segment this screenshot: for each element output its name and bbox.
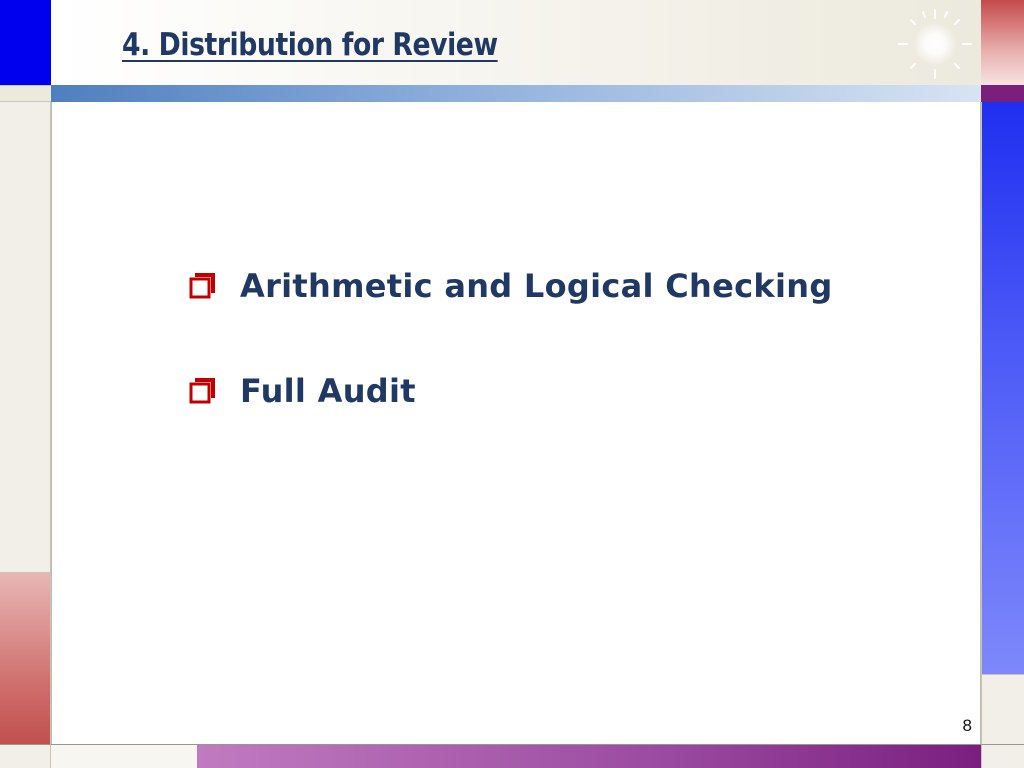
bullet-text: Arithmetic and Logical Checking (240, 267, 833, 305)
top-left-blue-block (0, 0, 51, 85)
title-bar-right-cap (981, 85, 1024, 102)
content-frame-left-border (51, 102, 52, 744)
checkbox-bullet-icon (189, 273, 215, 299)
top-right-red-block (981, 0, 1024, 85)
bottom-purple-bar (197, 744, 981, 768)
title-underline-bar (51, 85, 981, 102)
bullet-item: Arithmetic and Logical Checking (188, 262, 833, 310)
bullet-text: Full Audit (240, 372, 416, 410)
bottom-left-block (0, 744, 51, 768)
left-column-red-block (0, 572, 51, 744)
sparkle-icon (898, 9, 972, 79)
checkbox-bullet-icon (189, 378, 215, 404)
page-number: 8 (962, 716, 972, 735)
slide-title: 4. Distribution for Review (122, 27, 498, 63)
left-column-panel (0, 102, 51, 572)
bottom-light-strip (51, 744, 197, 768)
title-bar-left-cap (0, 85, 51, 102)
bottom-right-block (981, 744, 1024, 768)
bullet-item: Full Audit (188, 367, 833, 415)
content-frame-right-border (980, 102, 981, 744)
right-column-bottom-panel (981, 674, 1024, 744)
bullet-list: Arithmetic and Logical Checking Full Aud… (188, 262, 833, 472)
right-column-blue-block (981, 102, 1024, 674)
